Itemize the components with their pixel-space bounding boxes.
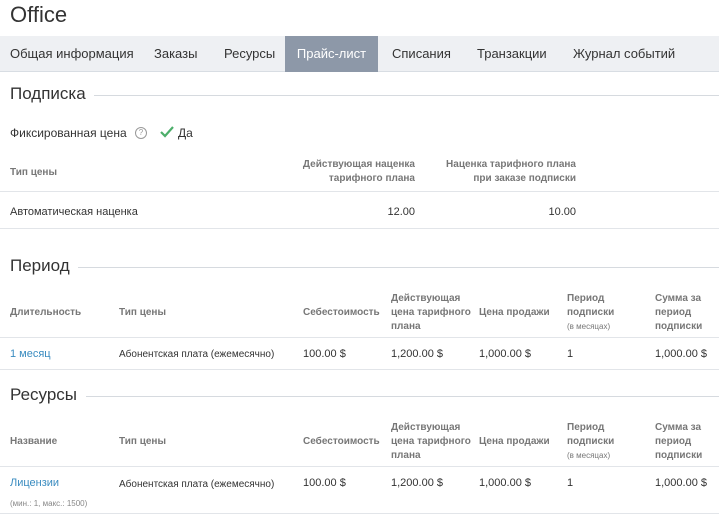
help-icon[interactable]: ? (135, 127, 147, 139)
header-plan-price: Действующая цена тарифного плана (391, 422, 471, 461)
tab-transactions[interactable]: Транзакции (477, 36, 547, 72)
row-divider (0, 191, 719, 192)
duration-link[interactable]: 1 месяц (10, 348, 51, 360)
header-cost: Себестоимость (303, 307, 380, 318)
header-sum: Сумма за период подписки (655, 293, 703, 332)
tab-resources[interactable]: Ресурсы (224, 36, 275, 72)
cell-sub-period: 1 (567, 477, 574, 489)
tab-price-list[interactable]: Прайс-лист (285, 36, 378, 72)
tab-bar: Общая информация Заказы Ресурсы Прайс-ли… (0, 36, 719, 72)
row-divider (0, 369, 719, 370)
cell-sale-price: 1,000.00 $ (479, 348, 531, 360)
header-price-type: Тип цены (119, 436, 166, 447)
section-divider (78, 267, 719, 268)
tab-write-offs[interactable]: Списания (392, 36, 451, 72)
section-title-subscription: Подписка (10, 84, 94, 104)
tab-general[interactable]: Общая информация (10, 36, 134, 72)
cell-current-markup: 12.00 (387, 206, 415, 218)
header-sale-price: Цена продажи (479, 307, 550, 318)
fixed-price-value: Да (178, 126, 193, 140)
row-divider (0, 337, 719, 338)
header-name: Название (10, 436, 58, 447)
cell-cost: 100.00 $ (303, 477, 346, 489)
cell-price-type: Абонентская плата (ежемесячно) (119, 349, 275, 360)
section-title-period: Период (10, 256, 78, 276)
row-divider (0, 513, 719, 514)
cell-sum: 1,000.00 $ (655, 477, 707, 489)
resource-limits: (мин.: 1, макс.: 1500) (10, 499, 88, 508)
row-divider (0, 228, 719, 229)
header-plan-markup: Наценка тарифного плана при заказе подпи… (446, 159, 576, 184)
cell-price-type: Автоматическая наценка (10, 206, 138, 218)
header-price-type: Тип цены (10, 167, 57, 178)
cell-sub-period: 1 (567, 348, 574, 360)
cell-sale-price: 1,000.00 $ (479, 477, 531, 489)
cell-sum: 1,000.00 $ (655, 348, 707, 360)
cell-price-type: Абонентская плата (ежемесячно) (119, 479, 275, 490)
app-title: Office (10, 2, 68, 27)
cell-cost: 100.00 $ (303, 348, 346, 360)
section-divider (86, 396, 719, 397)
row-divider (0, 466, 719, 467)
tab-event-log[interactable]: Журнал событий (573, 36, 675, 72)
header-price-type: Тип цены (119, 307, 166, 318)
resource-name-link[interactable]: Лицензии (10, 477, 59, 489)
cell-plan-price: 1,200.00 $ (391, 348, 443, 360)
section-title-resources: Ресурсы (10, 385, 86, 405)
header-cost: Себестоимость (303, 436, 380, 447)
header-sub-period: Период подписки (в месяцах) (567, 422, 615, 460)
cell-plan-price: 1,200.00 $ (391, 477, 443, 489)
header-sum: Сумма за период подписки (655, 422, 703, 461)
cell-plan-markup: 10.00 (548, 206, 576, 218)
check-icon (160, 126, 174, 138)
header-duration: Длительность (10, 307, 82, 318)
header-sub-period: Период подписки (в месяцах) (567, 293, 615, 331)
header-current-markup: Действующая наценка тарифного плана (302, 159, 415, 184)
header-sale-price: Цена продажи (479, 436, 550, 447)
tab-orders[interactable]: Заказы (154, 36, 197, 72)
section-divider (90, 95, 719, 96)
header-plan-price: Действующая цена тарифного плана (391, 293, 471, 332)
fixed-price-label: Фиксированная цена (10, 126, 127, 140)
